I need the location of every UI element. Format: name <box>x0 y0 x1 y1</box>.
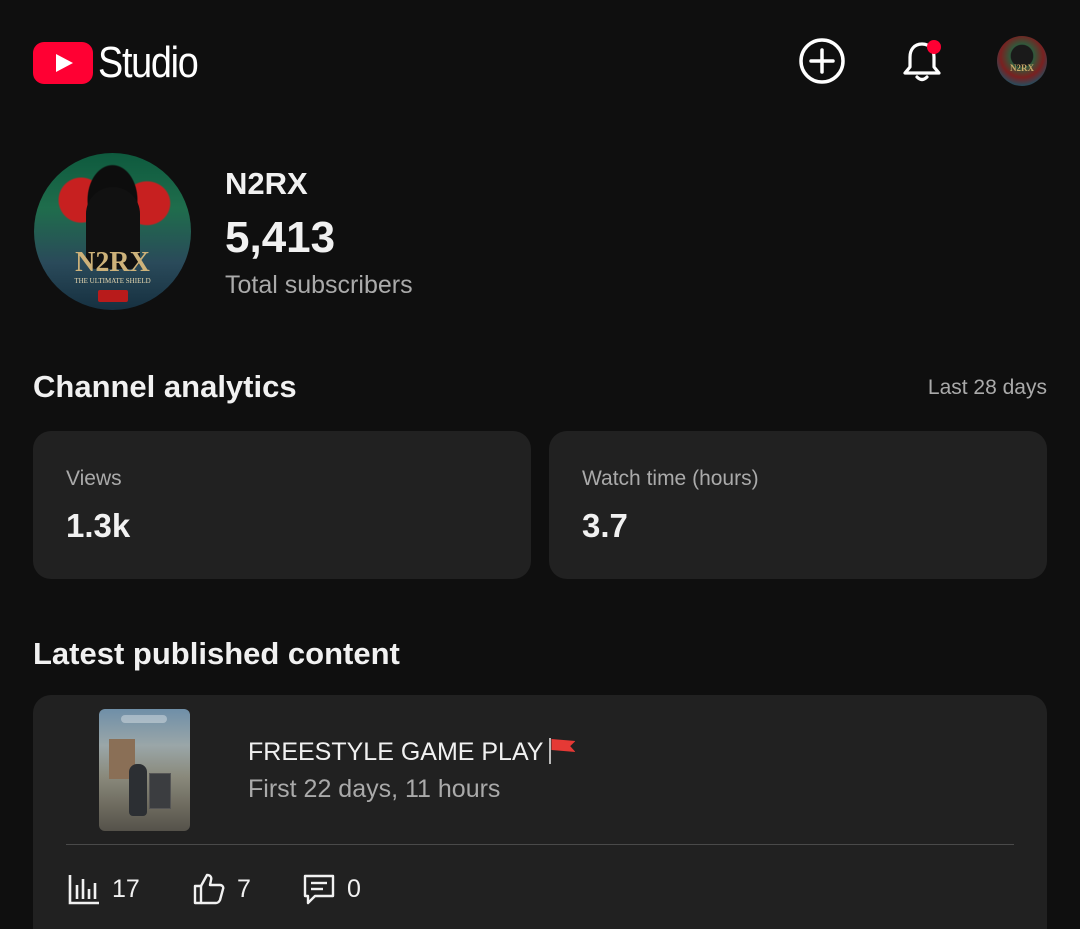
subscriber-count: 5,413 <box>225 213 336 262</box>
video-title[interactable]: FREESTYLE GAME PLAY <box>248 737 567 767</box>
thumbs-up-icon <box>193 873 225 905</box>
latest-video-card[interactable]: FREESTYLE GAME PLAY First 22 days, 11 ho… <box>33 695 1047 929</box>
youtube-play-icon <box>33 42 93 84</box>
video-title-text: FREESTYLE GAME PLAY <box>248 738 544 766</box>
video-meta: First 22 days, 11 hours <box>248 775 501 803</box>
channel-avatar[interactable]: N2RX THE ULTIMATE SHIELD <box>34 153 191 310</box>
video-likes-stat[interactable]: 7 <box>191 871 251 907</box>
likes-count: 7 <box>237 874 251 903</box>
avatar-logo-text: N2RX <box>75 247 150 278</box>
top-app-bar: Studio N2RX <box>0 0 1080 122</box>
video-thumbnail[interactable] <box>99 709 190 831</box>
watch-time-value: 3.7 <box>582 507 628 544</box>
views-label: Views <box>66 467 122 490</box>
comments-count: 0 <box>347 874 361 903</box>
video-views-stat[interactable]: 17 <box>66 871 140 907</box>
watch-time-card[interactable]: Watch time (hours) 3.7 <box>549 431 1047 579</box>
avatar-tagline: THE ULTIMATE SHIELD <box>74 277 151 285</box>
logo-text: Studio <box>98 38 199 87</box>
subscriber-label: Total subscribers <box>225 271 413 299</box>
bar-chart-icon <box>68 875 99 905</box>
account-avatar[interactable]: N2RX <box>997 36 1047 86</box>
analytics-period: Last 28 days <box>927 376 1047 399</box>
channel-name: N2RX <box>225 166 308 201</box>
create-button[interactable] <box>797 36 847 86</box>
video-comments-stat[interactable]: 0 <box>301 871 361 907</box>
analytics-section-title: Channel analytics <box>33 369 297 404</box>
red-flag-icon <box>547 737 567 764</box>
notifications-button[interactable] <box>897 36 947 86</box>
divider <box>66 844 1014 845</box>
notification-badge-dot <box>927 40 941 54</box>
create-plus-icon <box>799 38 845 84</box>
account-avatar-text: N2RX <box>1010 63 1034 73</box>
views-count: 17 <box>112 874 140 903</box>
latest-content-title: Latest published content <box>33 636 400 671</box>
watch-time-label: Watch time (hours) <box>582 467 759 490</box>
avatar-emblem <box>98 290 128 302</box>
studio-dashboard: Studio N2RX N2RX THE ULTIMATE SHIELD N2R… <box>0 0 1080 929</box>
views-card[interactable]: Views 1.3k <box>33 431 531 579</box>
views-value: 1.3k <box>66 507 131 544</box>
comment-icon <box>303 874 335 905</box>
studio-logo[interactable]: Studio <box>33 38 214 88</box>
